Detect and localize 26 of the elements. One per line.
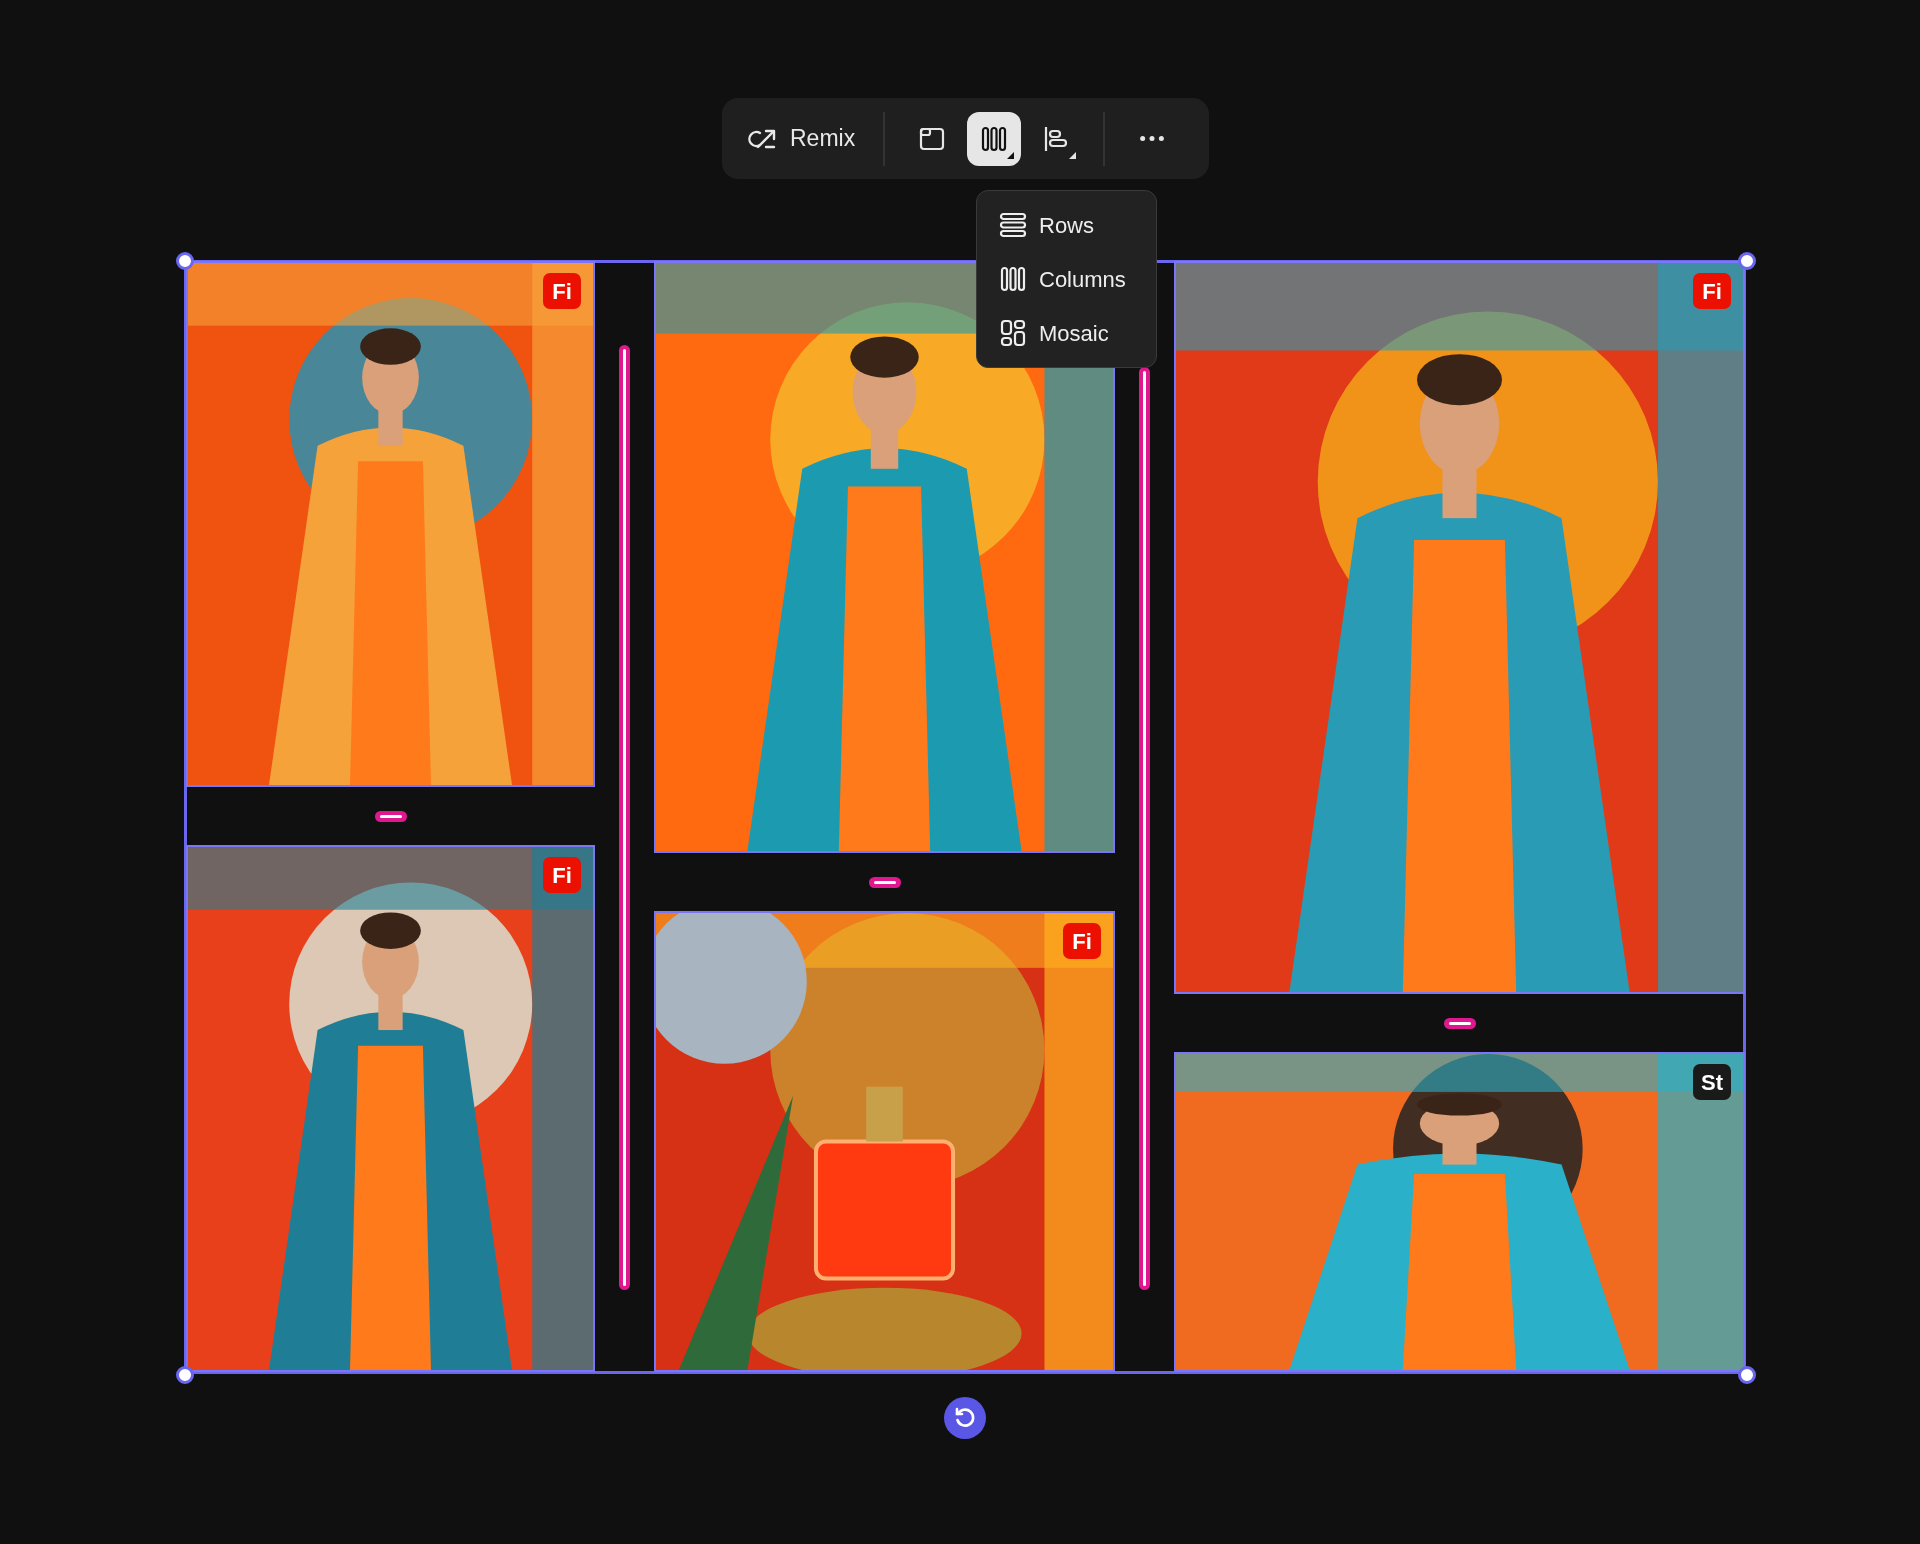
resize-handle[interactable]: [176, 252, 194, 270]
remix-button[interactable]: Remix: [734, 111, 868, 166]
gap-handle[interactable]: [1443, 1018, 1476, 1029]
reset-button[interactable]: [944, 1397, 986, 1439]
mosaic-icon: [999, 319, 1027, 347]
columns-icon: [980, 124, 1009, 153]
menu-item[interactable]: Columns: [999, 257, 1134, 301]
more-icon: [1140, 136, 1165, 141]
resize-handle[interactable]: [1738, 252, 1756, 270]
resize-handle[interactable]: [176, 1366, 194, 1384]
resize-handle[interactable]: [1738, 1366, 1756, 1384]
app-badge: Fi: [1063, 923, 1101, 959]
gap-handle[interactable]: [374, 811, 407, 822]
app-badge: Fi: [1693, 273, 1731, 309]
layout-button[interactable]: [967, 111, 1022, 166]
gap-handle[interactable]: [1139, 367, 1150, 1290]
menu-item[interactable]: Rows: [999, 203, 1134, 247]
gap-handle[interactable]: [619, 345, 630, 1290]
app-badge: Fi: [543, 857, 581, 893]
menu-item[interactable]: Mosaic: [999, 311, 1134, 355]
rows-icon: [999, 211, 1027, 239]
app-badge: St: [1693, 1064, 1731, 1100]
columns-icon: [999, 265, 1027, 293]
app-badge: Fi: [543, 273, 581, 309]
rotate-icon: [953, 1406, 977, 1430]
gap-handle[interactable]: [868, 877, 901, 888]
